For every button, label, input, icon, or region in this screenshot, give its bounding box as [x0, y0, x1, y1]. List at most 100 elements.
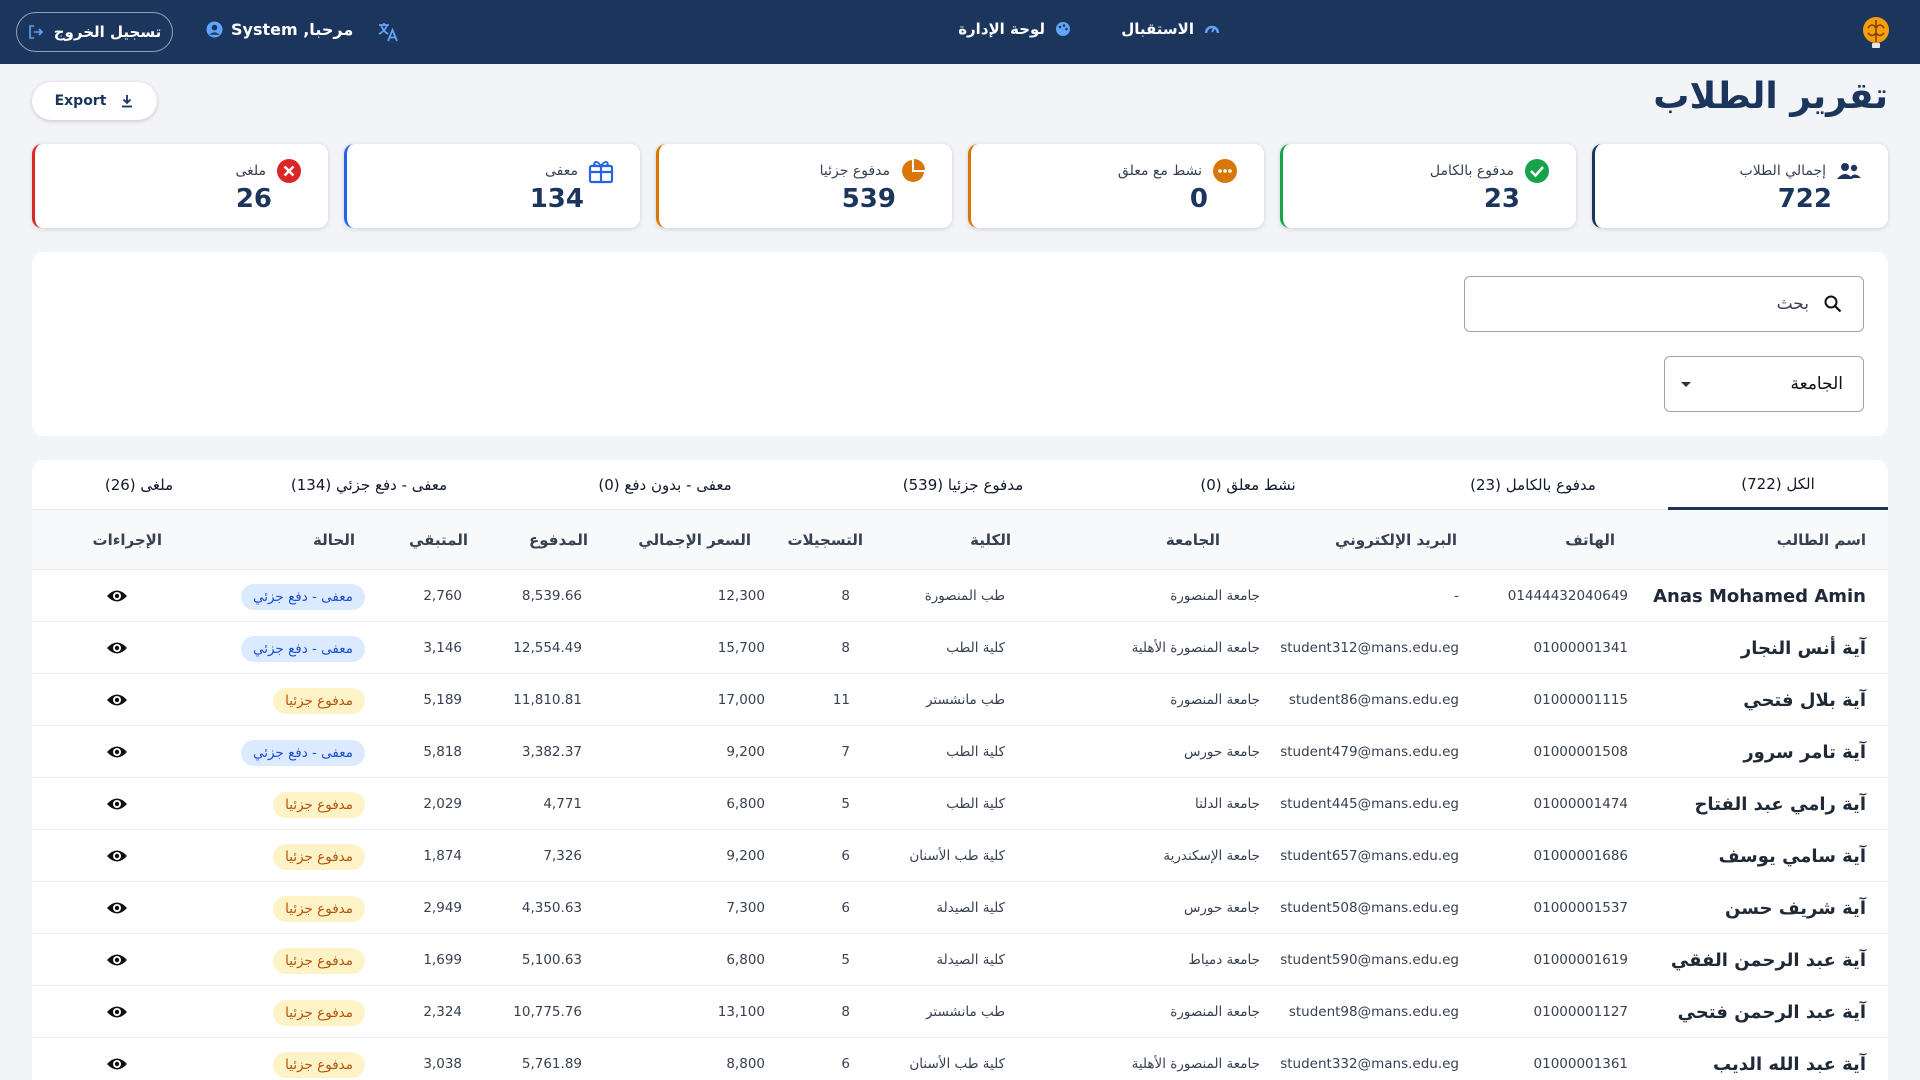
view-details-eye-icon[interactable]: [106, 950, 128, 970]
search-icon: [1824, 295, 1842, 313]
table-row[interactable]: آية بلال فتحي 01000001115 student86@mans.e…: [32, 674, 1888, 726]
cell-university: جامعة حورس: [1183, 744, 1260, 760]
cell-total-price: 9,200: [726, 848, 765, 864]
export-button[interactable]: Export: [32, 82, 157, 120]
table-row[interactable]: آية شريف حسن 01000001537 student508@mans.e…: [32, 882, 1888, 934]
table-row[interactable]: Anas Mohamed Amin 01444432040649 - جامعة ال…: [32, 570, 1888, 622]
tab-all[interactable]: الكل (722): [1668, 460, 1888, 510]
column-header-enrollments[interactable]: التسجيلات: [787, 510, 863, 570]
status-badge: معفى - دفع جزئي: [240, 584, 365, 610]
user-greeting[interactable]: مرحبا, System: [206, 20, 353, 39]
table-row[interactable]: آية عبد الرحمن الفقي 01000001619 student59…: [32, 934, 1888, 986]
search-field[interactable]: [1464, 276, 1864, 332]
cell-faculty: طب مانشستر: [925, 692, 1005, 708]
logout-button[interactable]: تسجيل الخروج: [16, 12, 173, 52]
stat-card-active-pending[interactable]: نشط مع معلق 0: [968, 144, 1264, 228]
cell-enrollments: 6: [841, 900, 850, 916]
tab-active-pending[interactable]: نشط معلق (0): [1138, 460, 1358, 510]
university-select[interactable]: الجامعة: [1664, 356, 1864, 412]
column-header-status[interactable]: الحالة: [313, 510, 355, 570]
cell-university: جامعة حورس: [1183, 900, 1260, 916]
cell-email: student86@mans.edu.eg: [1288, 692, 1459, 708]
cell-enrollments: 8: [841, 640, 850, 656]
page-title: تقرير الطلاب: [1653, 76, 1888, 117]
stat-card-exempt[interactable]: معفى 134: [344, 144, 640, 228]
view-details-eye-icon[interactable]: [106, 1054, 128, 1074]
view-details-eye-icon[interactable]: [106, 586, 128, 606]
status-badge: معفى - دفع جزئي: [240, 740, 365, 766]
status-badge: مدفوع جزئيا: [273, 948, 365, 974]
cell-paid: 5,761.89: [521, 1056, 582, 1072]
cell-faculty: كلية طب الأسنان: [909, 1056, 1005, 1072]
stat-label: مدفوع جزئيا: [819, 163, 890, 179]
view-details-eye-icon[interactable]: [106, 794, 128, 814]
stat-card-fully-paid[interactable]: مدفوع بالكامل 23: [1280, 144, 1576, 228]
table-row[interactable]: آية رامي عبد الفتاح 01000001474 student445…: [32, 778, 1888, 830]
cell-remaining: 3,146: [423, 640, 462, 656]
translate-icon[interactable]: [376, 20, 400, 44]
status-badge: مدفوع جزئيا: [273, 844, 365, 870]
cell-university: جامعة الإسكندرية: [1163, 848, 1260, 864]
export-label: Export: [54, 93, 107, 109]
stat-card-total-students[interactable]: إجمالي الطلاب 722: [1592, 144, 1888, 228]
cell-paid: 4,350.63: [521, 900, 582, 916]
stat-card-partially-paid[interactable]: مدفوع جزئيا 539: [656, 144, 952, 228]
view-details-eye-icon[interactable]: [106, 846, 128, 866]
column-header-actions[interactable]: الإجراءات: [93, 510, 162, 570]
cell-enrollments: 5: [841, 796, 850, 812]
stat-label: إجمالي الطلاب: [1739, 163, 1826, 179]
view-details-eye-icon[interactable]: [106, 742, 128, 762]
table-row[interactable]: آية تامر سرور 01000001508 student479@mans.…: [32, 726, 1888, 778]
stat-value: 722: [1777, 184, 1832, 214]
cancel-circle-icon: [277, 159, 301, 183]
users-icon: [1837, 163, 1861, 179]
cell-student-name: آية تامر سرور: [1743, 741, 1866, 763]
tab-exempt-partial-payment[interactable]: معفى - دفع جزئي (134): [259, 460, 479, 510]
tab-cancelled[interactable]: ملغى (26): [32, 460, 249, 510]
greeting-text: مرحبا, System: [231, 20, 354, 39]
stat-value: 134: [529, 184, 584, 214]
tab-partially-paid[interactable]: مدفوع جزئيا (539): [853, 460, 1073, 510]
column-header-university[interactable]: الجامعة: [1166, 510, 1220, 570]
status-badge: مدفوع جزئيا: [273, 688, 365, 714]
column-header-phone[interactable]: الهاتف: [1565, 510, 1615, 570]
stat-label: ملغى: [235, 163, 266, 179]
cell-remaining: 2,949: [423, 900, 462, 916]
nav-admin-dashboard[interactable]: لوحة الإدارة: [958, 20, 1071, 38]
cell-email: student312@mans.edu.eg: [1280, 640, 1459, 656]
table-row[interactable]: آية أنس النجار 01000001341 student312@mans…: [32, 622, 1888, 674]
column-header-remaining[interactable]: المتبقي: [409, 510, 468, 570]
cell-faculty: طب مانشستر: [925, 1004, 1005, 1020]
view-details-eye-icon[interactable]: [106, 1002, 128, 1022]
pie-chart-icon: [902, 159, 925, 182]
column-header-student-name[interactable]: اسم الطالب: [1777, 510, 1866, 570]
cell-remaining: 5,189: [423, 692, 462, 708]
table-header: اسم الطالب الهاتف البريد الإلكتروني الجا…: [32, 510, 1888, 570]
tab-exempt-no-payment[interactable]: معفى - بدون دفع (0): [555, 460, 775, 510]
cell-paid: 3,382.37: [521, 744, 582, 760]
cell-university: جامعة المنصورة الأهلية: [1131, 640, 1260, 656]
students-table-panel: الكل (722) مدفوع بالكامل (23) نشط معلق (…: [32, 460, 1888, 1080]
view-details-eye-icon[interactable]: [106, 898, 128, 918]
search-input[interactable]: [1509, 294, 1809, 314]
column-header-email[interactable]: البريد الإلكتروني: [1335, 510, 1457, 570]
table-row[interactable]: آية عبد الله الديب 01000001361 student332@…: [32, 1038, 1888, 1080]
brain-logo-icon[interactable]: [1856, 12, 1896, 52]
column-header-faculty[interactable]: الكلية: [970, 510, 1011, 570]
cell-university: جامعة المنصورة: [1170, 692, 1260, 708]
gift-icon: [588, 161, 614, 184]
table-row[interactable]: آية سامي يوسف 01000001686 student657@mans.…: [32, 830, 1888, 882]
cell-enrollments: 6: [841, 1056, 850, 1072]
view-details-eye-icon[interactable]: [106, 690, 128, 710]
view-details-eye-icon[interactable]: [106, 638, 128, 658]
nav-reception[interactable]: الاستقبال: [1121, 20, 1220, 38]
chevron-down-icon: [1681, 381, 1691, 387]
status-badge: مدفوع جزئيا: [273, 792, 365, 818]
stat-value: 0: [1189, 184, 1208, 214]
column-header-paid[interactable]: المدفوع: [529, 510, 588, 570]
cell-remaining: 2,324: [423, 1004, 462, 1020]
tab-fully-paid[interactable]: مدفوع بالكامل (23): [1423, 460, 1643, 510]
table-row[interactable]: آية عبد الرحمن فتحي 01000001127 student98@…: [32, 986, 1888, 1038]
column-header-total-price[interactable]: السعر الإجمالي: [638, 510, 751, 570]
stat-card-cancelled[interactable]: ملغى 26: [32, 144, 328, 228]
